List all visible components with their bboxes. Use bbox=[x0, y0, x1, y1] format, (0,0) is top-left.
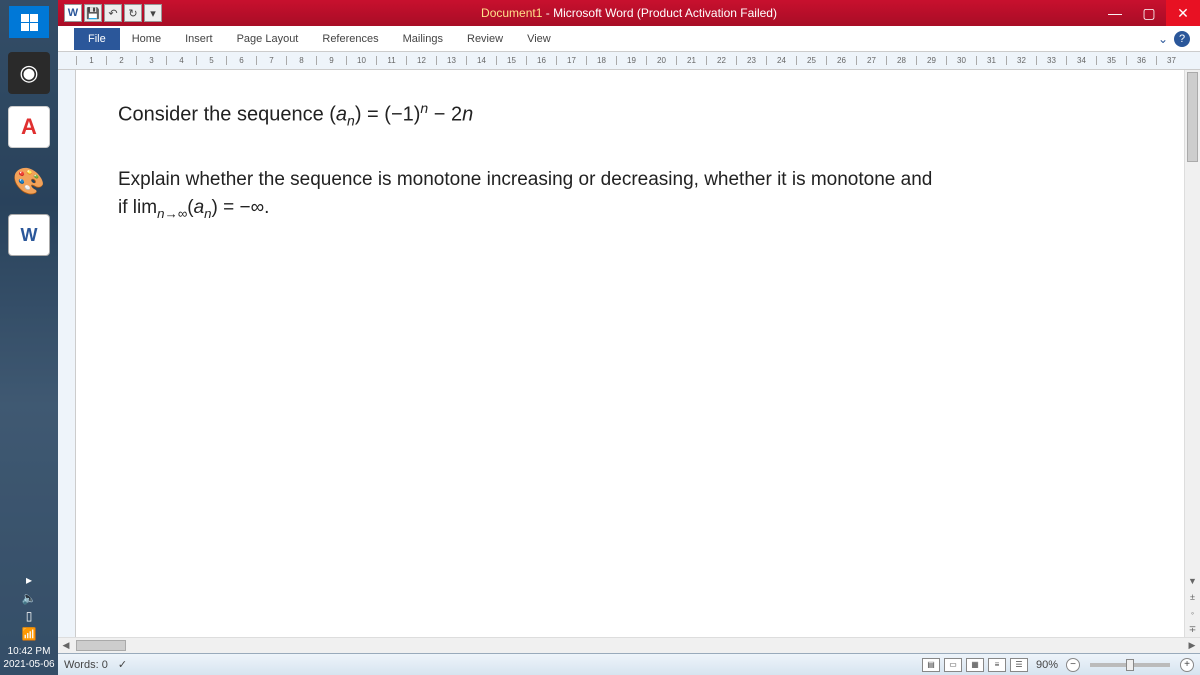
task-app-eye[interactable]: ◉ bbox=[8, 52, 50, 94]
statusbar: Words: 0 ✓ ▤ ▭ ▦ ≡ ☰ 90% − + bbox=[58, 653, 1200, 675]
next-page-button[interactable]: ∓ bbox=[1185, 621, 1200, 637]
network-icon[interactable]: 📶 bbox=[22, 627, 37, 641]
tab-home[interactable]: Home bbox=[120, 28, 173, 50]
prev-page-button[interactable]: ± bbox=[1185, 589, 1200, 605]
tab-file[interactable]: File bbox=[74, 28, 120, 50]
vertical-scrollbar[interactable]: ▲ ▼ ± ◦ ∓ bbox=[1184, 70, 1200, 637]
undo-button[interactable]: ↶ bbox=[104, 4, 122, 22]
word-window: W 💾 ↶ ↻ ▾ Document1 - Microsoft Word (Pr… bbox=[58, 0, 1200, 675]
ribbon-tabs: File Home Insert Page Layout References … bbox=[58, 26, 1200, 52]
tab-page-layout[interactable]: Page Layout bbox=[225, 28, 311, 50]
redo-button[interactable]: ↻ bbox=[124, 4, 142, 22]
select-browse-object-button[interactable]: ◦ bbox=[1185, 605, 1200, 621]
horizontal-ruler[interactable]: 1234567891011121314151617181920212223242… bbox=[58, 52, 1200, 70]
document-name: Document1 bbox=[481, 6, 542, 20]
zoom-slider-thumb[interactable] bbox=[1126, 659, 1134, 671]
web-layout-view-button[interactable]: ▦ bbox=[966, 658, 984, 672]
scroll-right-button[interactable]: ▶ bbox=[1184, 638, 1200, 654]
eye-icon: ◉ bbox=[19, 60, 38, 86]
window-controls: — ▢ ✕ bbox=[1098, 0, 1200, 26]
outline-view-button[interactable]: ≡ bbox=[988, 658, 1006, 672]
os-taskbar: ◉ A 🎨 W ▸ 🔈 ▯ 📶 10:42 PM 2021-05-06 bbox=[0, 0, 58, 675]
vscroll-thumb[interactable] bbox=[1187, 72, 1198, 162]
tab-review[interactable]: Review bbox=[455, 28, 515, 50]
task-app-pdf[interactable]: A bbox=[8, 106, 50, 148]
doc-line-3: if limn→∞(an) = −∞. bbox=[118, 197, 1200, 221]
document-area: Consider the sequence (an) = (−1)n − 2n … bbox=[58, 70, 1200, 637]
pdf-icon: A bbox=[21, 114, 37, 140]
vertical-ruler[interactable] bbox=[58, 70, 76, 637]
sound-icon[interactable]: 🔈 bbox=[22, 591, 37, 605]
clock-time: 10:42 PM bbox=[3, 645, 54, 658]
palette-icon: 🎨 bbox=[13, 166, 45, 197]
windows-logo-icon bbox=[21, 14, 38, 31]
quick-access-toolbar: W 💾 ↶ ↻ ▾ bbox=[58, 4, 162, 22]
tab-mailings[interactable]: Mailings bbox=[391, 28, 455, 50]
scroll-left-button[interactable]: ◀ bbox=[58, 638, 74, 654]
system-tray: ▸ 🔈 ▯ 📶 10:42 PM 2021-05-06 bbox=[0, 571, 58, 675]
hscroll-track[interactable] bbox=[74, 638, 1184, 653]
taskbar-clock[interactable]: 10:42 PM 2021-05-06 bbox=[3, 645, 54, 671]
redo-icon: ↻ bbox=[128, 7, 137, 20]
zoom-in-button[interactable]: + bbox=[1180, 658, 1194, 672]
maximize-button[interactable]: ▢ bbox=[1132, 0, 1166, 26]
minimize-button[interactable]: — bbox=[1098, 0, 1132, 26]
battery-icon[interactable]: ▯ bbox=[26, 609, 33, 623]
tab-view[interactable]: View bbox=[515, 28, 563, 50]
draft-view-button[interactable]: ☰ bbox=[1010, 658, 1028, 672]
spellcheck-status-icon[interactable]: ✓ bbox=[118, 658, 127, 671]
clock-date: 2021-05-06 bbox=[3, 658, 54, 671]
word-icon: W bbox=[21, 225, 38, 246]
zoom-out-button[interactable]: − bbox=[1066, 658, 1080, 672]
chevron-down-icon: ▾ bbox=[150, 7, 156, 20]
task-app-word[interactable]: W bbox=[8, 214, 50, 256]
word-app-icon[interactable]: W bbox=[64, 4, 82, 22]
tab-insert[interactable]: Insert bbox=[173, 28, 225, 50]
zoom-level[interactable]: 90% bbox=[1036, 659, 1058, 671]
collapse-ribbon-icon[interactable]: ⌄ bbox=[1158, 32, 1168, 46]
horizontal-scrollbar[interactable]: ◀ ▶ bbox=[58, 637, 1200, 653]
qat-customize-button[interactable]: ▾ bbox=[144, 4, 162, 22]
task-app-paint[interactable]: 🎨 bbox=[8, 160, 50, 202]
doc-line-2: Explain whether the sequence is monotone… bbox=[118, 169, 1200, 191]
fullscreen-reading-view-button[interactable]: ▭ bbox=[944, 658, 962, 672]
help-button[interactable]: ? bbox=[1174, 31, 1190, 47]
tray-expand-icon[interactable]: ▸ bbox=[26, 573, 32, 587]
save-button[interactable]: 💾 bbox=[84, 4, 102, 22]
titlebar: W 💾 ↶ ↻ ▾ Document1 - Microsoft Word (Pr… bbox=[58, 0, 1200, 26]
app-name: Microsoft Word (Product Activation Faile… bbox=[553, 6, 777, 20]
scroll-down-button[interactable]: ▼ bbox=[1185, 573, 1200, 589]
window-title: Document1 - Microsoft Word (Product Acti… bbox=[481, 6, 777, 20]
start-button[interactable] bbox=[9, 6, 49, 38]
document-content[interactable]: Consider the sequence (an) = (−1)n − 2n … bbox=[58, 70, 1200, 220]
doc-line-1: Consider the sequence (an) = (−1)n − 2n bbox=[118, 100, 1200, 129]
undo-icon: ↶ bbox=[108, 7, 117, 20]
zoom-slider[interactable] bbox=[1090, 663, 1170, 667]
close-button[interactable]: ✕ bbox=[1166, 0, 1200, 26]
print-layout-view-button[interactable]: ▤ bbox=[922, 658, 940, 672]
word-count[interactable]: Words: 0 bbox=[64, 659, 108, 671]
tab-references[interactable]: References bbox=[310, 28, 390, 50]
hscroll-thumb[interactable] bbox=[76, 640, 126, 651]
save-icon: 💾 bbox=[86, 7, 100, 20]
